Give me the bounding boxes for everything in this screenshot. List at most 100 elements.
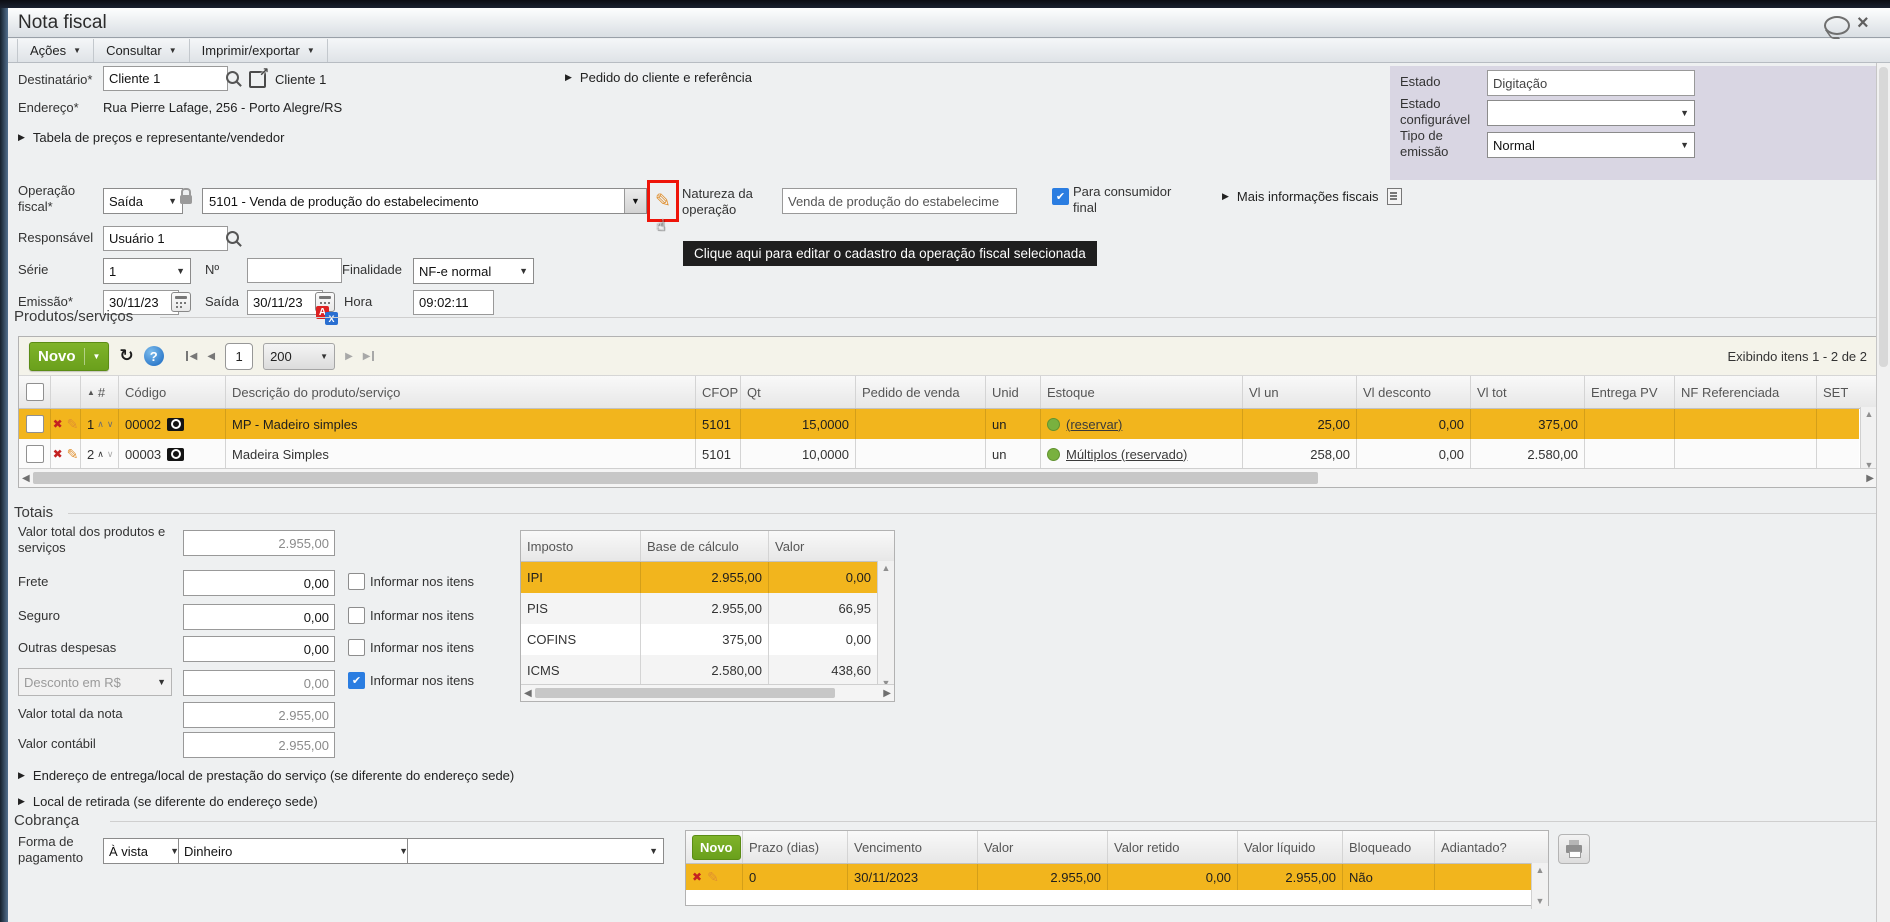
serie-select[interactable]: 1 ▼ xyxy=(103,258,191,284)
menu-imprimir-exportar[interactable]: Imprimir/exportar ▼ xyxy=(190,39,328,62)
informar-seguro-checkbox[interactable] xyxy=(348,607,365,624)
operacao-fiscal-combo[interactable]: 5101 - Venda de produção do estabelecime… xyxy=(202,188,647,214)
row-checkbox[interactable] xyxy=(25,445,44,463)
desconto-tipo-select[interactable]: Desconto em R$ ▼ xyxy=(18,668,172,696)
toggle-endereco-entrega[interactable]: ▶ Endereço de entrega/local de prestação … xyxy=(18,768,514,783)
scrollbar-thumb[interactable] xyxy=(534,688,835,698)
column-codigo[interactable]: Código xyxy=(119,376,226,408)
forma-pagamento-meio-select[interactable]: Dinheiro ▼ xyxy=(178,838,414,864)
menu-consultar[interactable]: Consultar ▼ xyxy=(94,39,190,62)
column-valor[interactable]: Valor xyxy=(978,831,1108,863)
table-row[interactable]: IPI 2.955,00 0,00 xyxy=(521,562,877,593)
novo-cobranca-button[interactable]: Novo xyxy=(692,834,741,860)
toggle-mais-informacoes[interactable]: ▶ Mais informações fiscais xyxy=(1222,188,1402,205)
next-page-icon[interactable]: ▶ xyxy=(345,351,353,362)
column-estoque[interactable]: Estoque xyxy=(1041,376,1243,408)
row-edit-icon[interactable]: ✎ xyxy=(67,446,79,463)
column-base-calculo[interactable]: Base de cálculo xyxy=(641,531,769,561)
toggle-local-retirada[interactable]: ▶ Local de retirada (se diferente do ende… xyxy=(18,794,318,809)
table-row[interactable]: PIS 2.955,00 66,95 xyxy=(521,593,877,624)
calendar-icon[interactable] xyxy=(171,292,191,312)
row-delete-icon[interactable]: ✖ xyxy=(692,870,702,884)
informar-desconto-checkbox[interactable]: ✔ xyxy=(348,672,365,689)
search-icon[interactable] xyxy=(226,231,239,244)
prev-page-icon[interactable]: ◀ xyxy=(207,351,215,362)
column-prazo[interactable]: Prazo (dias) xyxy=(743,831,848,863)
frete-input[interactable]: 0,00 xyxy=(183,570,335,596)
column-valor[interactable]: Valor xyxy=(769,531,877,561)
column-descricao[interactable]: Descrição do produto/serviço xyxy=(226,376,696,408)
select-all-checkbox[interactable] xyxy=(25,383,44,401)
page-number-box[interactable]: 1 xyxy=(225,342,254,370)
table-row[interactable]: ✖ ✎ 2 ∧ ∨ 00003 Madeira Simples 5101 10,000… xyxy=(19,439,1859,470)
row-delete-icon[interactable]: ✖ xyxy=(53,447,63,461)
destinatario-link[interactable]: Cliente 1 xyxy=(275,72,326,87)
stock-link[interactable]: (reservar) xyxy=(1066,417,1122,432)
column-unid[interactable]: Unid xyxy=(986,376,1041,408)
scroll-left-icon[interactable]: ◀ xyxy=(524,688,532,699)
move-up-icon[interactable]: ∧ xyxy=(97,449,104,460)
natureza-operacao-input[interactable]: Venda de produção do estabelecime xyxy=(782,188,1017,214)
vertical-scrollbar[interactable]: ▲ ▼ xyxy=(1531,863,1548,909)
chat-icon[interactable] xyxy=(1824,16,1850,35)
informar-outras-checkbox[interactable] xyxy=(348,639,365,656)
page-scrollbar[interactable] xyxy=(1876,63,1890,922)
print-button[interactable] xyxy=(1558,834,1590,864)
scrollbar-thumb[interactable] xyxy=(1879,67,1888,367)
table-row[interactable]: ✖ ✎ 0 30/11/2023 2.955,00 0,00 2.955,00 N… xyxy=(686,864,1531,890)
estado-configuravel-select[interactable]: ▼ xyxy=(1487,100,1695,126)
scroll-up-icon[interactable]: ▲ xyxy=(1536,866,1545,875)
consumidor-final-checkbox[interactable]: ✔ xyxy=(1052,188,1069,205)
saida-input[interactable]: 30/11/23 xyxy=(247,290,323,315)
numero-input[interactable] xyxy=(247,258,342,283)
destinatario-input[interactable]: Cliente 1 xyxy=(103,66,228,91)
move-up-icon[interactable]: ∧ xyxy=(97,419,104,430)
column-valor-liquido[interactable]: Valor líquido xyxy=(1238,831,1343,863)
informar-frete-checkbox[interactable] xyxy=(348,573,365,590)
table-row[interactable]: ✖ ✎ 1 ∧ ∨ 00002 MP - Madeiro simples 5101 1… xyxy=(19,409,1859,439)
camera-icon[interactable] xyxy=(167,417,185,431)
operacao-tipo-select[interactable]: Saída ▼ xyxy=(103,188,183,214)
combo-dropdown-icon[interactable]: ▼ xyxy=(624,189,646,213)
column-vencimento[interactable]: Vencimento xyxy=(848,831,978,863)
row-delete-icon[interactable]: ✖ xyxy=(53,417,63,431)
move-down-icon[interactable]: ∨ xyxy=(107,419,114,430)
last-page-icon[interactable]: ▶ xyxy=(363,351,375,362)
page-size-select[interactable]: 200 ▼ xyxy=(263,342,336,370)
column-qt[interactable]: Qt xyxy=(741,376,856,408)
menu-acoes[interactable]: Ações ▼ xyxy=(17,39,95,62)
help-icon[interactable]: ? xyxy=(143,346,164,366)
tipo-emissao-select[interactable]: Normal ▼ xyxy=(1487,132,1695,158)
first-page-icon[interactable]: ◀ xyxy=(185,351,197,362)
hora-input[interactable]: 09:02:11 xyxy=(413,290,494,315)
close-icon[interactable]: × xyxy=(1857,13,1869,33)
horizontal-scrollbar[interactable]: ◀ ▶ xyxy=(19,468,1877,487)
vertical-scrollbar[interactable]: ▲ ▼ xyxy=(877,561,894,691)
column-pedido[interactable]: Pedido de venda xyxy=(856,376,986,408)
column-nf-referenciada[interactable]: NF Referenciada xyxy=(1675,376,1817,408)
scroll-right-icon[interactable]: ▶ xyxy=(1866,473,1874,484)
column-vl-tot[interactable]: Vl tot xyxy=(1471,376,1585,408)
scroll-right-icon[interactable]: ▶ xyxy=(883,688,891,699)
row-edit-icon[interactable]: ✎ xyxy=(707,869,719,886)
vertical-scrollbar[interactable]: ▲ ▼ xyxy=(1860,407,1877,473)
external-link-icon[interactable] xyxy=(249,65,269,88)
column-valor-retido[interactable]: Valor retido xyxy=(1108,831,1238,863)
toggle-tabela-precos[interactable]: ▶ Tabela de preços e representante/vended… xyxy=(18,130,284,145)
desconto-input[interactable]: 0,00 xyxy=(183,670,335,696)
table-row[interactable]: COFINS 375,00 0,00 xyxy=(521,624,877,655)
column-vl-desconto[interactable]: Vl desconto xyxy=(1357,376,1471,408)
edit-pencil-icon[interactable]: ✎ xyxy=(655,192,671,211)
refresh-icon[interactable]: ↻ xyxy=(119,346,133,366)
row-edit-icon[interactable]: ✎ xyxy=(67,416,79,433)
outras-despesas-input[interactable]: 0,00 xyxy=(183,636,335,662)
table-row[interactable]: ICMS 2.580,00 438,60 xyxy=(521,655,877,686)
seguro-input[interactable]: 0,00 xyxy=(183,604,335,630)
scroll-up-icon[interactable]: ▲ xyxy=(1865,410,1874,419)
forma-pagamento-extra-select[interactable]: ▼ xyxy=(407,838,664,864)
stock-link[interactable]: Múltiplos (reservado) xyxy=(1066,447,1187,462)
finalidade-select[interactable]: NF-e normal ▼ xyxy=(413,258,534,284)
responsavel-input[interactable]: Usuário 1 xyxy=(103,226,228,251)
scrollbar-thumb[interactable] xyxy=(32,472,1318,484)
column-num[interactable]: ▲ # xyxy=(81,376,119,408)
